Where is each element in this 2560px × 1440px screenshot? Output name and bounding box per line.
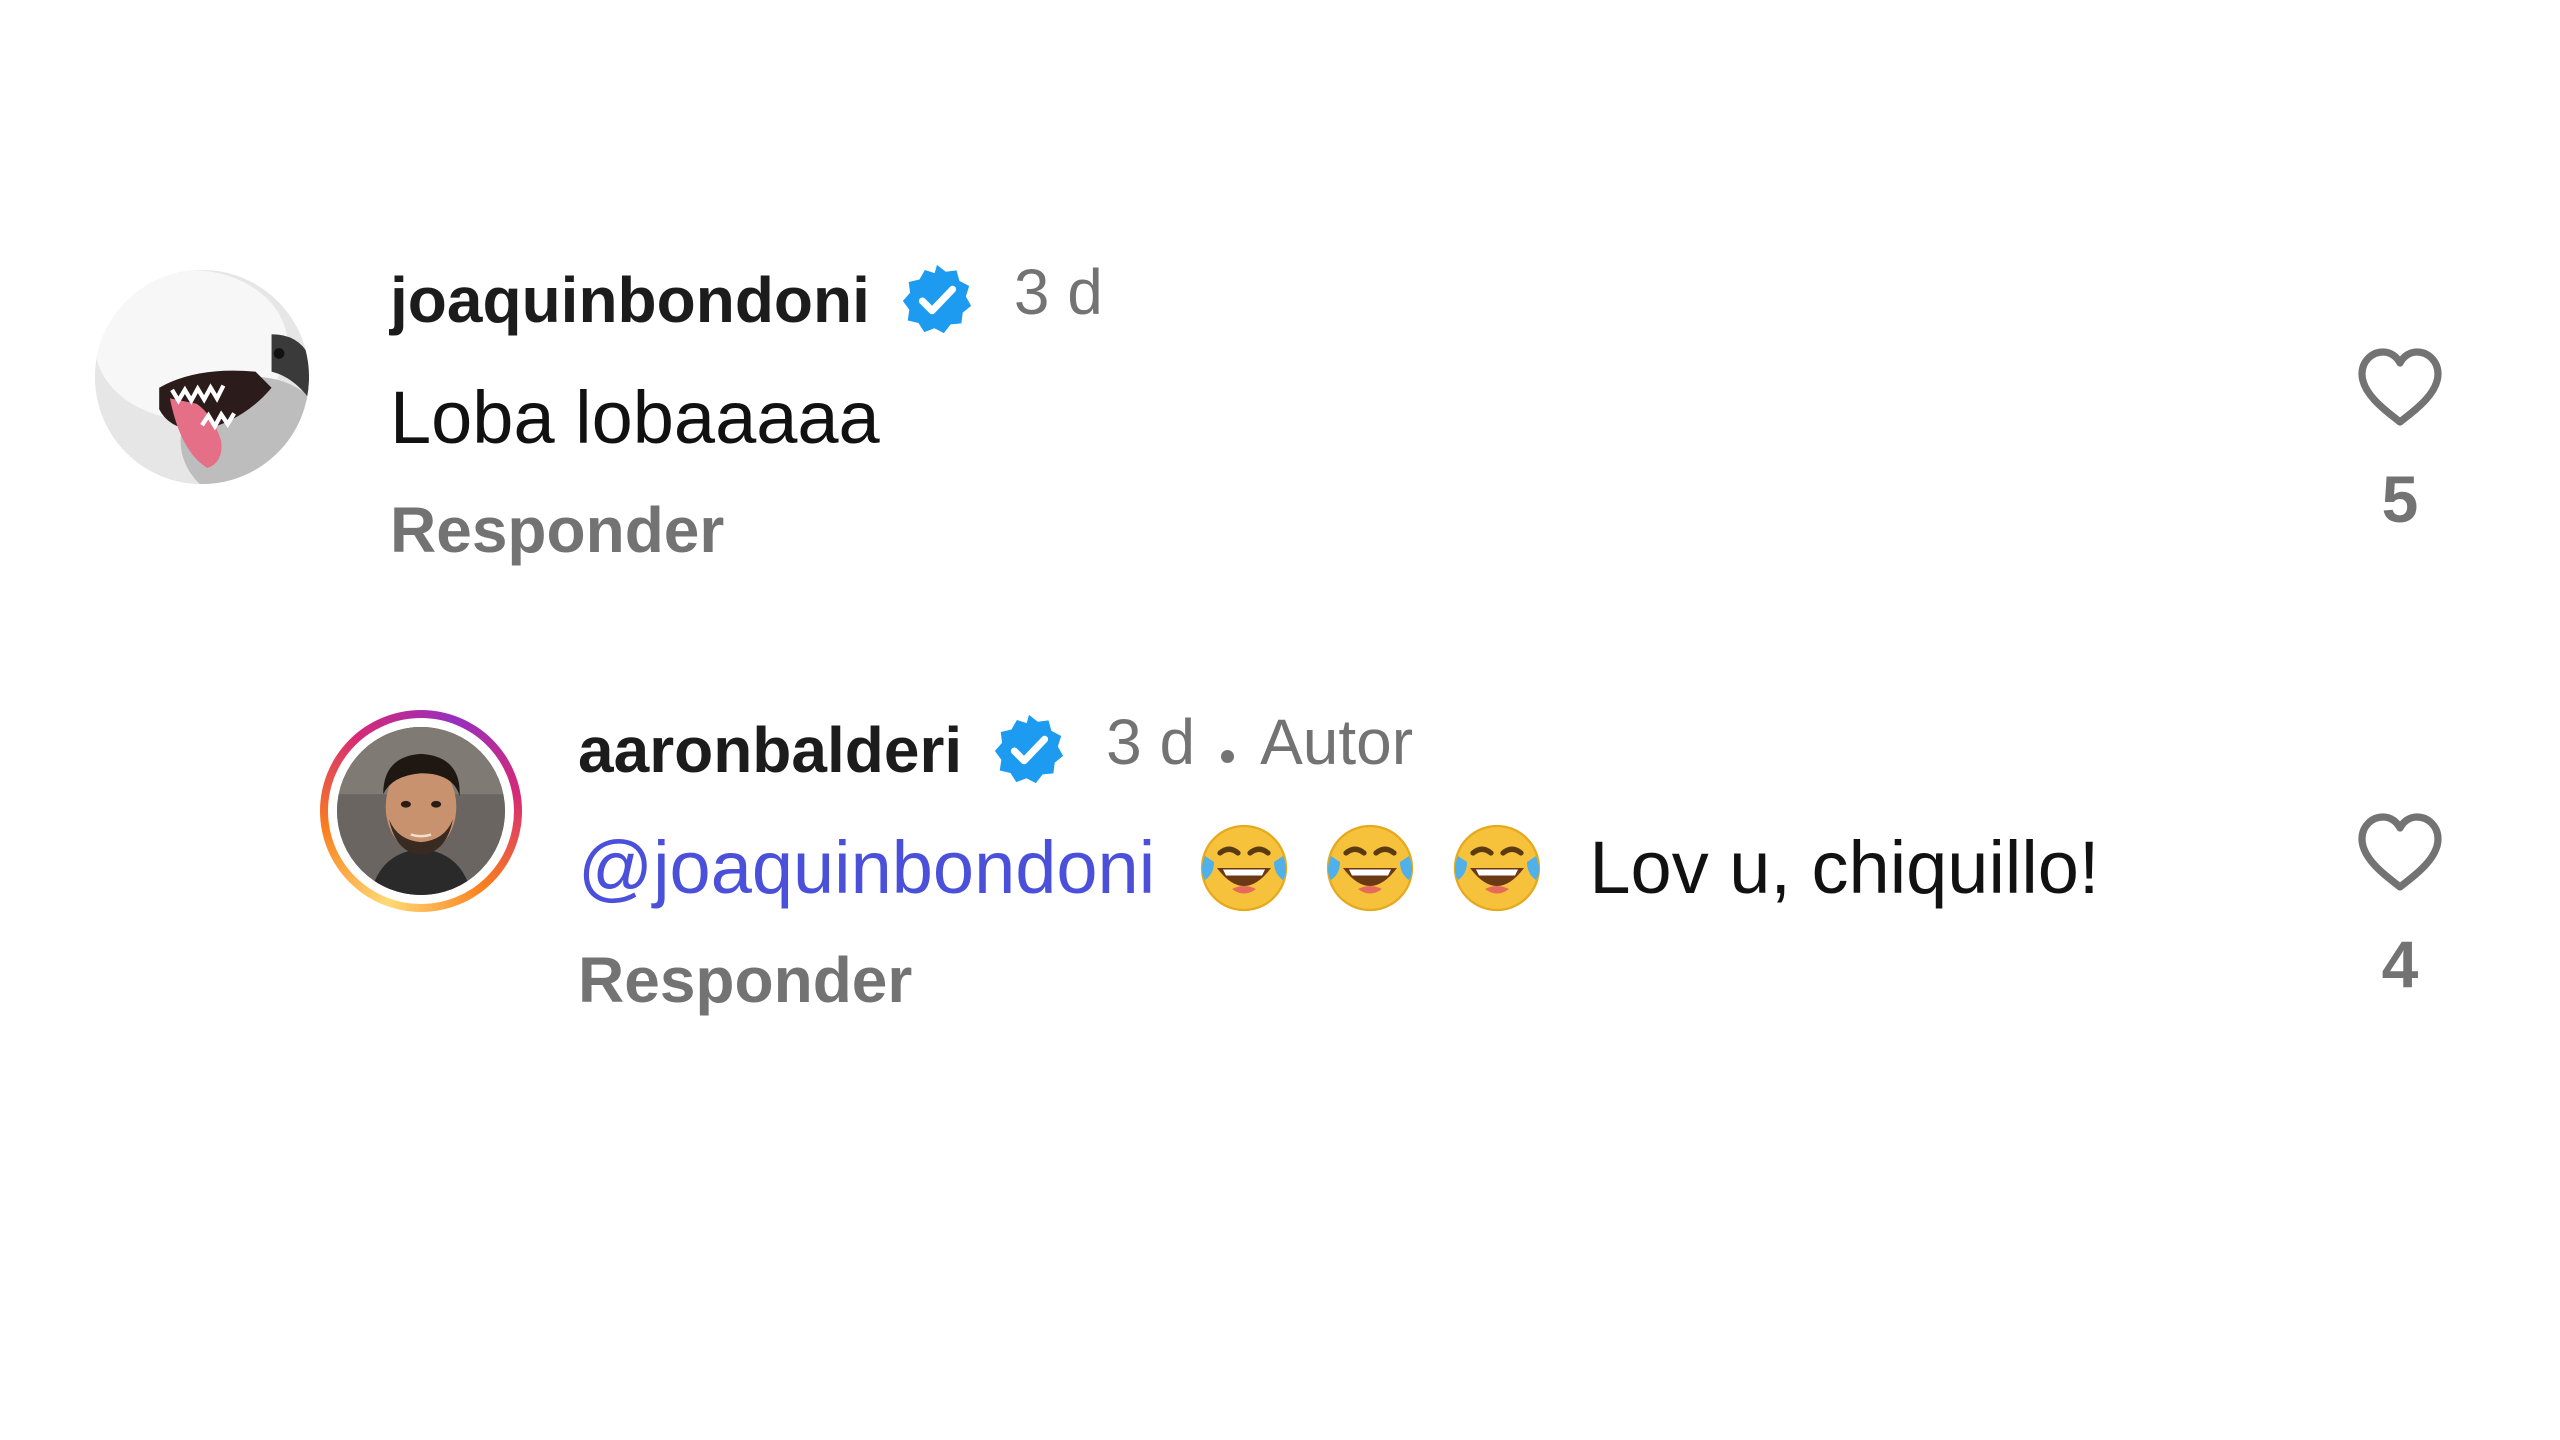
mention-link[interactable]: @joaquinbondoni	[578, 826, 1155, 909]
reply-comment-item: aaronbalderi 3 d Autor @joaquinbondoni L…	[0, 706, 2560, 1070]
person-avatar-image	[337, 727, 505, 895]
like-column: 5	[2340, 340, 2460, 534]
like-count: 5	[2381, 462, 2419, 536]
comment-text: Loba lobaaaaa	[390, 376, 880, 459]
comment-meta: joaquinbondoni 3 d	[390, 256, 2290, 340]
username[interactable]: aaronbalderi	[578, 713, 962, 787]
laughing-tears-emoji-icon	[1449, 820, 1545, 916]
heart-icon[interactable]	[2352, 805, 2448, 901]
laughing-tears-emoji-icon	[1196, 820, 1292, 916]
like-column: 4	[2340, 805, 2460, 999]
comment-text-after: Lov u, chiquillo!	[1589, 826, 2100, 909]
timestamp: 3 d	[1106, 706, 1196, 778]
comment-item: joaquinbondoni 3 d Loba lobaaaaa Respond…	[0, 256, 2560, 600]
emoji-group	[1196, 815, 1555, 916]
story-ring-gap	[328, 718, 514, 904]
reply-button[interactable]: Responder	[390, 490, 2290, 570]
verified-badge-icon	[990, 711, 1068, 789]
comments-screen: joaquinbondoni 3 d Loba lobaaaaa Respond…	[0, 0, 2560, 1440]
comment-meta: aaronbalderi 3 d Autor	[578, 706, 2378, 790]
like-count: 4	[2381, 927, 2419, 1001]
comment-body: aaronbalderi 3 d Autor @joaquinbondoni L…	[578, 706, 2378, 1020]
wolf-avatar-image	[95, 270, 309, 484]
comment-text: @joaquinbondoni Lov u, chiquillo!	[578, 820, 2378, 916]
avatar[interactable]	[95, 270, 309, 484]
verified-badge-icon	[898, 261, 976, 339]
heart-icon[interactable]	[2352, 340, 2448, 436]
author-label: Autor	[1260, 706, 1414, 778]
timestamp: 3 d	[1013, 256, 1103, 328]
reply-button[interactable]: Responder	[578, 940, 2378, 1020]
laughing-tears-emoji-icon	[1322, 820, 1418, 916]
avatar	[337, 727, 505, 895]
story-ring[interactable]	[320, 710, 522, 912]
username[interactable]: joaquinbondoni	[390, 263, 870, 337]
comment-body: joaquinbondoni 3 d Loba lobaaaaa Respond…	[390, 256, 2290, 570]
separator-dot	[1221, 749, 1235, 763]
